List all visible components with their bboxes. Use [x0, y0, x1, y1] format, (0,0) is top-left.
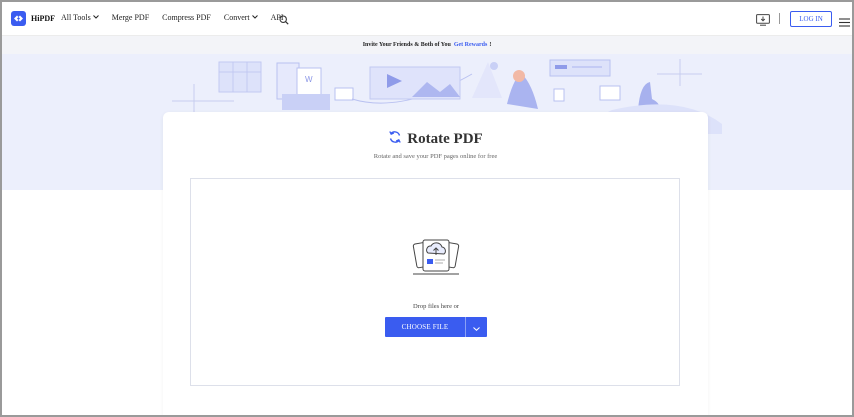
logo-text: HiPDF [31, 14, 55, 23]
nav-convert-label: Convert [223, 13, 250, 22]
chevron-down-icon [92, 14, 99, 21]
nav-merge-pdf[interactable]: Merge PDF [112, 13, 149, 22]
svg-text:W: W [305, 75, 313, 84]
top-header: HiPDF All Tools Merge PDF Compress PDF C… [2, 2, 852, 36]
header-divider [779, 13, 780, 24]
banner-text: Invite Your Friends & Both of You [362, 42, 451, 48]
title-row: Rotate PDF [163, 130, 708, 149]
hipdf-logo-icon [11, 11, 26, 26]
choose-source-dropdown[interactable] [466, 317, 487, 337]
upload-cloud-icon [411, 237, 461, 280]
banner-suffix: ! [489, 42, 492, 48]
choose-file-button[interactable]: CHOOSE FILE [385, 317, 465, 337]
desktop-download-icon[interactable] [756, 13, 770, 31]
search-icon[interactable] [279, 12, 289, 30]
choose-file-group: CHOOSE FILE [385, 317, 487, 337]
invite-banner: Invite Your Friends & Both of You Get Re… [2, 36, 852, 54]
main-nav: All Tools Merge PDF Compress PDF Convert… [61, 13, 297, 22]
login-button[interactable]: LOG IN [790, 11, 832, 27]
page-subtitle: Rotate and save your PDF pages online fo… [373, 153, 498, 160]
rotate-icon [388, 130, 402, 149]
nav-compress-pdf-label: Compress PDF [162, 13, 211, 22]
nav-all-tools[interactable]: All Tools [61, 13, 99, 22]
nav-all-tools-label: All Tools [61, 13, 91, 22]
file-dropzone[interactable]: Drop files here or CHOOSE FILE [190, 178, 680, 386]
browser-frame: HiPDF All Tools Merge PDF Compress PDF C… [0, 0, 854, 417]
drop-hint: Drop files here or [412, 303, 460, 310]
get-rewards-link[interactable]: Get Rewards [454, 42, 488, 48]
chevron-down-icon [251, 14, 258, 21]
chevron-down-icon [473, 318, 480, 336]
nav-merge-pdf-label: Merge PDF [111, 13, 150, 22]
page-title: Rotate PDF [407, 131, 483, 147]
logo[interactable]: HiPDF [11, 11, 55, 26]
nav-convert[interactable]: Convert [224, 13, 258, 22]
nav-compress-pdf[interactable]: Compress PDF [162, 13, 211, 22]
tool-card: Rotate PDF Rotate and save your PDF page… [163, 112, 708, 415]
hamburger-menu-icon[interactable] [839, 14, 850, 32]
